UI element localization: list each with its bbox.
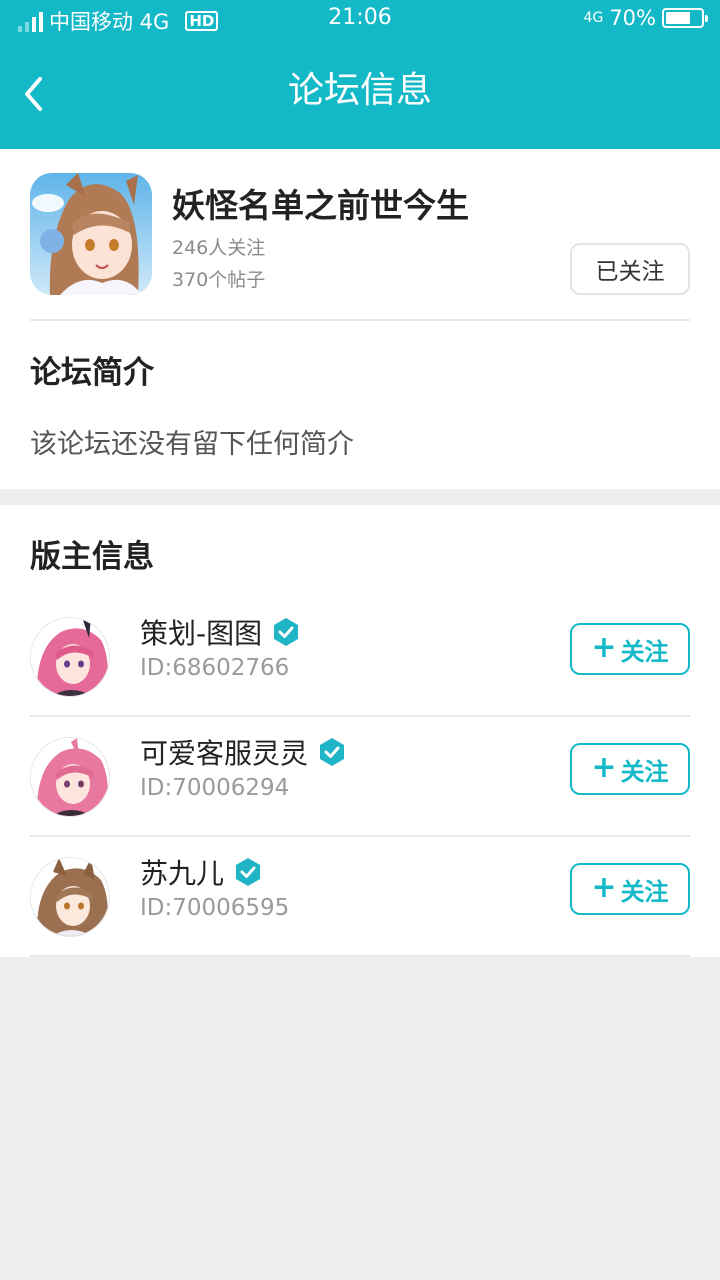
moderator-section-title: 版主信息 bbox=[30, 539, 154, 575]
divider bbox=[30, 319, 690, 321]
header-bar: 中国移动 4G HD 21:06 4G 70% 论坛信息 bbox=[0, 0, 720, 149]
verified-icon bbox=[274, 618, 299, 646]
moderator-id: ID:70006294 bbox=[140, 775, 290, 801]
follower-count: 246人关注 bbox=[172, 237, 266, 259]
forum-icon bbox=[30, 173, 152, 295]
followed-button[interactable]: 已关注 bbox=[570, 243, 690, 295]
verified-icon bbox=[320, 738, 345, 766]
battery-icon bbox=[662, 8, 708, 28]
post-count: 370个帖子 bbox=[172, 269, 266, 291]
moderator-row: 苏九儿 ID:70006595 + 关注 bbox=[0, 837, 720, 957]
intro-text: 该论坛还没有留下任何简介 bbox=[30, 429, 354, 460]
divider bbox=[30, 955, 690, 957]
moderator-name: 策划-图图 bbox=[140, 612, 300, 652]
intro-title: 论坛简介 bbox=[30, 355, 154, 391]
moderator-row: 策划-图图 ID:68602766 + 关注 bbox=[0, 597, 720, 717]
moderator-id: ID:68602766 bbox=[140, 655, 290, 681]
moderator-id: ID:70006595 bbox=[140, 895, 290, 921]
forum-info-card: 妖怪名单之前世今生 246人关注 370个帖子 已关注 论坛简介 该论坛还没有留… bbox=[0, 149, 720, 489]
moderator-avatar bbox=[30, 857, 110, 937]
plus-icon: + bbox=[591, 869, 617, 905]
follow-button[interactable]: + 关注 bbox=[570, 623, 690, 675]
moderator-avatar bbox=[30, 737, 110, 817]
verified-icon bbox=[236, 858, 261, 886]
plus-icon: + bbox=[591, 749, 617, 785]
plus-icon: + bbox=[591, 629, 617, 665]
moderator-card: 版主信息 策划-图图 ID:68602766 + 关注 可爱客服灵灵 ID:70… bbox=[0, 505, 720, 957]
moderator-name: 可爱客服灵灵 bbox=[140, 732, 346, 772]
moderator-row: 可爱客服灵灵 ID:70006294 + 关注 bbox=[0, 717, 720, 837]
page-title: 论坛信息 bbox=[287, 70, 432, 111]
follow-button[interactable]: + 关注 bbox=[570, 863, 690, 915]
network-type: 4G bbox=[583, 10, 604, 26]
follow-button[interactable]: + 关注 bbox=[570, 743, 690, 795]
moderator-name: 苏九儿 bbox=[140, 852, 262, 892]
forum-name: 妖怪名单之前世今生 bbox=[172, 186, 469, 225]
battery-percent: 70% bbox=[609, 6, 656, 30]
status-bar: 中国移动 4G HD 21:06 4G 70% bbox=[0, 0, 720, 36]
moderator-avatar bbox=[30, 617, 110, 697]
